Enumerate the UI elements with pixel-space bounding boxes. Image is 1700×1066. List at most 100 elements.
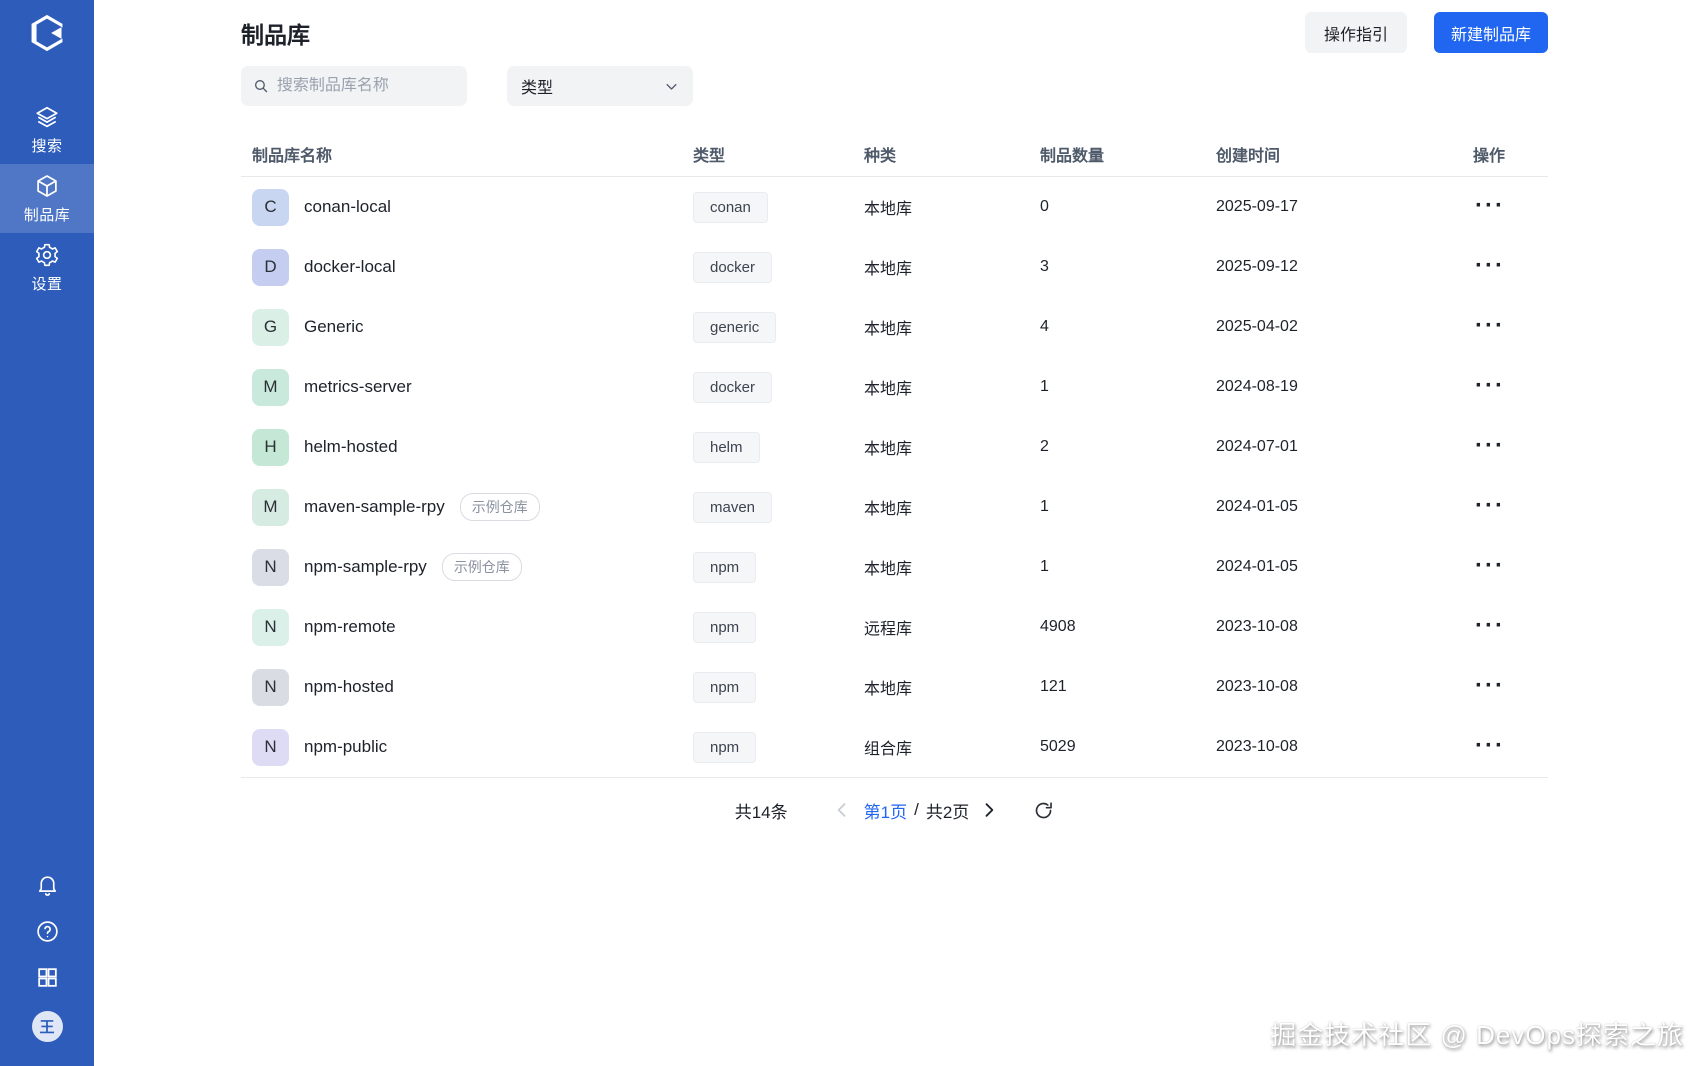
column-header-name: 制品库名称 [252,147,333,165]
table-row[interactable]: D docker-local docker 本地库 3 2025-09-12 ·… [241,237,1548,297]
row-actions-button[interactable]: ··· [1473,613,1507,637]
search-box [241,66,467,106]
repo-count: 4 [1040,318,1049,335]
row-actions-button[interactable]: ··· [1473,433,1507,457]
table-row[interactable]: M maven-sample-rpy 示例仓库 maven 本地库 1 2024… [241,477,1548,537]
user-avatar[interactable]: 王 [31,1011,63,1042]
table-row[interactable]: N npm-hosted npm 本地库 121 2023-10-08 ··· [241,657,1548,717]
repo-name: helm-hosted [304,437,398,456]
app-logo[interactable] [27,13,67,53]
repo-type-tag: docker [693,251,773,283]
user-avatar-text: 王 [39,1019,55,1036]
pagination-separator: / [914,800,919,819]
repo-name: npm-hosted [304,677,394,696]
table-body: C conan-local conan 本地库 0 2025-09-17 ···… [241,177,1548,778]
apps-grid-icon[interactable] [35,965,60,990]
repo-type-cell: npm [693,671,864,703]
repo-actions-cell: ··· [1473,313,1548,338]
next-page-icon[interactable] [979,800,999,820]
repo-count: 1 [1040,558,1049,575]
column-header-kind: 种类 [864,147,897,165]
repo-type-tag: npm [693,731,757,763]
sidebar-item-label: 制品库 [23,206,71,224]
repo-created: 2025-09-12 [1216,258,1298,275]
repo-type-cell: conan [693,191,864,223]
repo-name: conan-local [304,197,391,216]
repo-created: 2024-01-05 [1216,558,1298,575]
row-actions-button[interactable]: ··· [1473,733,1507,757]
repo-kind: 本地库 [864,441,913,458]
sample-repo-badge: 示例仓库 [441,553,522,581]
repo-avatar: M [252,488,289,526]
table-row[interactable]: G Generic generic 本地库 4 2025-04-02 ··· [241,297,1548,357]
repo-name-cell: N npm-remote [241,608,693,646]
page-title: 制品库 [241,21,310,48]
pagination: 共14条 第1页 / 共2页 [241,792,1548,828]
repo-type-tag: helm [693,431,760,463]
repo-count: 0 [1040,198,1049,215]
repo-actions-cell: ··· [1473,433,1548,458]
chevron-down-icon [666,83,677,90]
coding-logo-icon [31,14,63,52]
repo-created: 2023-10-08 [1216,738,1298,755]
table-row[interactable]: C conan-local conan 本地库 0 2025-09-17 ··· [241,177,1548,237]
repo-actions-cell: ··· [1473,253,1548,278]
repo-name: metrics-server [304,377,412,396]
repo-name: npm-public [304,737,388,756]
type-filter-select[interactable]: 类型 [507,66,693,106]
repo-avatar: N [252,548,289,586]
repo-name: maven-sample-rpy [304,497,445,516]
repo-type-cell: generic [693,311,864,343]
previous-page-icon[interactable] [832,800,852,820]
repo-kind: 本地库 [864,201,913,218]
row-actions-button[interactable]: ··· [1473,673,1507,697]
repo-table: 制品库名称 类型 种类 制品数量 创建时间 操作 C conan-local c… [241,131,1548,778]
repo-name-cell: D docker-local [241,248,693,286]
row-actions-button[interactable]: ··· [1473,193,1507,217]
repo-count: 4908 [1040,618,1076,635]
table-row[interactable]: N npm-remote npm 远程库 4908 2023-10-08 ··· [241,597,1548,657]
table-row[interactable]: H helm-hosted helm 本地库 2 2024-07-01 ··· [241,417,1548,477]
guide-button[interactable]: 操作指引 [1304,12,1407,53]
row-actions-button[interactable]: ··· [1473,373,1507,397]
search-input[interactable] [276,77,455,95]
row-actions-button[interactable]: ··· [1473,313,1507,337]
repo-count: 1 [1040,378,1049,395]
main-content: 制品库 操作指引 新建制品库 类型 制品库名称 类型 种类 制品数量 创建时间 … [241,0,1548,828]
row-actions-button[interactable]: ··· [1473,253,1507,277]
table-header: 制品库名称 类型 种类 制品数量 创建时间 操作 [241,131,1548,177]
sidebar-item-search[interactable]: 搜索 [0,95,94,164]
row-actions-button[interactable]: ··· [1473,553,1507,577]
repo-created: 2024-08-19 [1216,378,1298,395]
repo-type-tag: generic [693,311,777,343]
refresh-icon[interactable] [1033,800,1054,821]
repo-type-cell: helm [693,431,864,463]
sidebar: 搜索 制品库 设置 王 [0,0,94,1066]
repo-kind: 远程库 [864,621,913,638]
table-row[interactable]: N npm-sample-rpy 示例仓库 npm 本地库 1 2024-01-… [241,537,1548,597]
repo-type-tag: npm [693,611,757,643]
repo-name-cell: G Generic [241,308,693,346]
sidebar-item-settings[interactable]: 设置 [0,233,94,302]
repo-actions-cell: ··· [1473,373,1548,398]
create-repo-button[interactable]: 新建制品库 [1433,12,1548,53]
current-page-link[interactable]: 第1页 [864,798,907,823]
repo-name-cell: M metrics-server [241,368,693,406]
filter-row: 类型 [241,66,1548,106]
sidebar-item-artifacts[interactable]: 制品库 [0,164,94,233]
repo-actions-cell: ··· [1473,733,1548,758]
repo-created: 2024-07-01 [1216,438,1298,455]
sidebar-bottom: 王 [31,873,63,1042]
repo-kind: 本地库 [864,681,913,698]
help-icon[interactable] [35,919,60,944]
sidebar-nav: 搜索 制品库 设置 [0,95,94,302]
table-row[interactable]: N npm-public npm 组合库 5029 2023-10-08 ··· [241,717,1548,777]
repo-count: 1 [1040,498,1049,515]
notification-bell-icon[interactable] [35,873,60,898]
row-actions-button[interactable]: ··· [1473,493,1507,517]
table-row[interactable]: M metrics-server docker 本地库 1 2024-08-19… [241,357,1548,417]
repo-name-cell: N npm-public [241,728,693,766]
repo-name-cell: N npm-hosted [241,668,693,706]
repo-type-cell: npm [693,551,864,583]
repo-name: npm-sample-rpy [304,557,427,576]
